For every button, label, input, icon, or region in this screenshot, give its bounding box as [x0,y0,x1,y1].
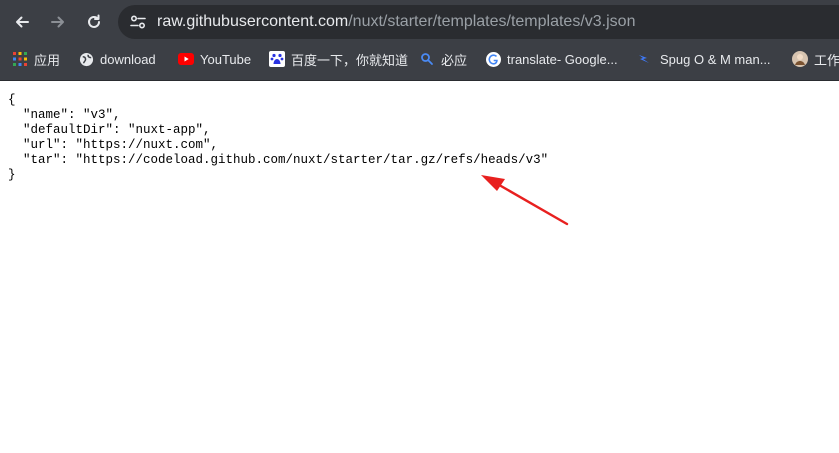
bookmark-label: 百度一下，你就知道 [291,52,409,68]
bookmark-download[interactable]: download [78,44,156,74]
site-info-button[interactable] [126,10,150,34]
bookmark-youtube[interactable]: YouTube [178,44,251,74]
bookmark-label: Spug O & M man... [660,51,771,67]
bookmark-label: 工作 [814,52,839,68]
url-text[interactable]: raw.githubusercontent.com/nuxt/starter/t… [157,5,635,39]
address-bar[interactable]: raw.githubusercontent.com/nuxt/starter/t… [118,5,839,39]
bookmark-label: 应用 [34,52,61,68]
page-content: { "name": "v3", "defaultDir": "nuxt-app"… [0,81,839,453]
baidu-paw-icon [269,51,285,67]
bing-search-icon [419,51,435,67]
bookmark-bing[interactable]: 必应 [419,44,467,74]
red-arrow-annotation-icon [481,175,569,226]
apps-grid-icon [12,51,28,67]
url-path: /nuxt/starter/templates/templates/v3.jso… [348,13,636,30]
back-button[interactable] [9,9,35,35]
bookmark-baidu[interactable]: 百度一下，你就知道 [269,44,408,74]
bookmark-label: download [100,51,156,67]
youtube-icon [178,51,194,67]
arrow-left-icon [16,16,29,28]
reload-button[interactable] [81,9,107,35]
google-g-icon [485,51,501,67]
arrow-right-icon [51,16,64,28]
bookmark-label: YouTube [200,51,252,67]
reload-icon [88,14,100,28]
bookmarks-bar: 应用 download YouTube 百度一下，你就知道 必应 transla… [0,44,839,81]
browser-toolbar: raw.githubusercontent.com/nuxt/starter/t… [0,0,839,44]
bookmark-work[interactable]: 工作 [792,44,839,74]
bookmark-spug[interactable]: Spug O & M man... [638,44,771,74]
bookmark-translate[interactable]: translate- Google... [485,44,618,74]
tune-icon [130,15,146,29]
bookmark-label: translate- Google... [507,51,618,67]
globe-icon [78,51,94,67]
bookmark-apps[interactable]: 应用 [12,44,60,74]
spug-icon [638,51,654,67]
avatar-icon [792,51,808,67]
forward-button[interactable] [45,9,71,35]
url-host: raw.githubusercontent.com [157,13,349,30]
bookmark-label: 必应 [441,52,468,68]
